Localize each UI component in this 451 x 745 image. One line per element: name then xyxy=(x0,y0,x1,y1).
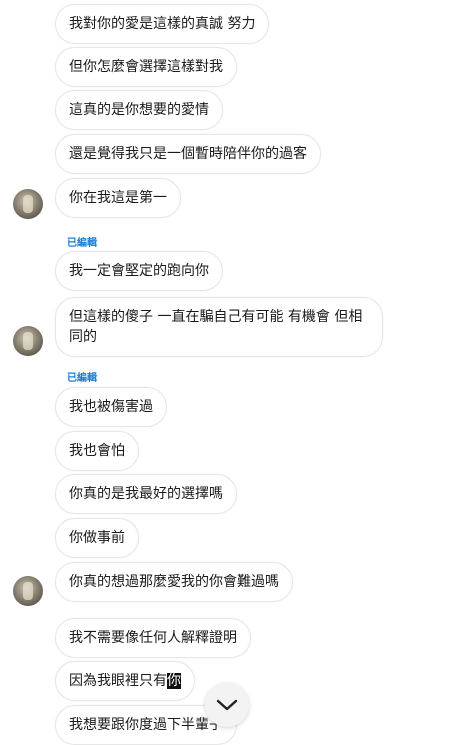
message-text: 因為我眼裡只有 xyxy=(69,673,167,689)
message-bubble[interactable]: 我不需要像任何人解釋證明 xyxy=(55,618,251,658)
message-bubble[interactable]: 你做事前 xyxy=(55,518,139,558)
message-bubble[interactable]: 我一定會堅定的跑向你 xyxy=(55,251,223,291)
message-bubble[interactable]: 我也被傷害過 xyxy=(55,387,167,427)
message-bubble[interactable]: 這真的是你想要的愛情 xyxy=(55,90,223,130)
edited-label: 已編輯 xyxy=(67,373,97,384)
message-bubble[interactable]: 你真的是我最好的選擇嗎 xyxy=(55,474,237,514)
message-bubble[interactable]: 你真的想過那麼愛我的你會難過嗎 xyxy=(55,562,293,602)
message-bubble[interactable]: 我對你的愛是這樣的真誠 努力 xyxy=(55,4,270,44)
chevron-down-icon xyxy=(216,699,238,711)
message-bubble[interactable]: 你在我這是第一 xyxy=(55,178,181,218)
message-bubble[interactable]: 因為我眼裡只有你 xyxy=(55,661,195,701)
selected-text[interactable]: 你 xyxy=(167,673,181,689)
user-avatar[interactable] xyxy=(13,576,43,606)
user-avatar[interactable] xyxy=(13,326,43,356)
message-bubble[interactable]: 但你怎麼會選擇這樣對我 xyxy=(55,47,237,87)
message-bubble[interactable]: 還是覺得我只是一個暫時陪伴你的過客 xyxy=(55,134,321,174)
user-avatar[interactable] xyxy=(13,189,43,219)
scroll-to-bottom-button[interactable] xyxy=(205,683,249,727)
edited-label: 已編輯 xyxy=(67,238,97,249)
message-bubble[interactable]: 但這樣的傻子 一直在騙自己有可能 有機會 但相同的 xyxy=(55,297,383,357)
message-bubble[interactable]: 我也會怕 xyxy=(55,431,139,471)
